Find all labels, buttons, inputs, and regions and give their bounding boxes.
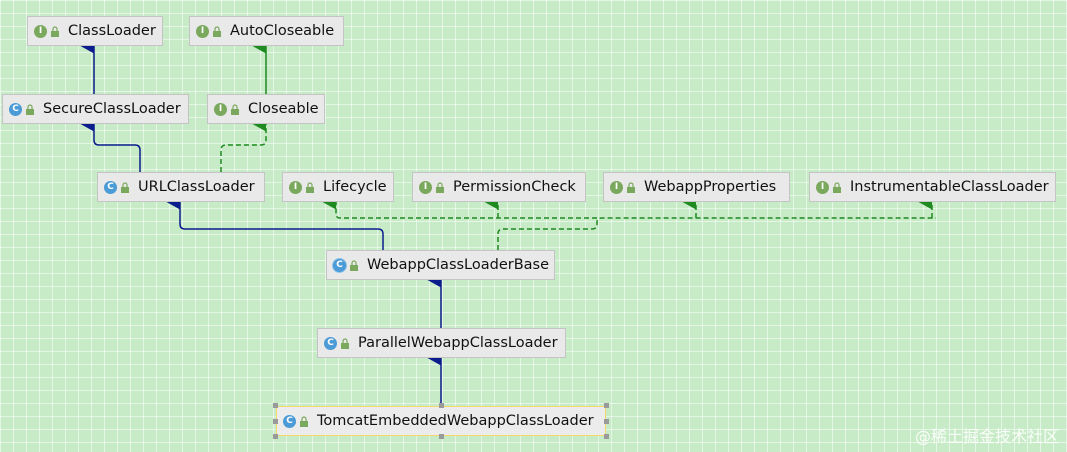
class-icon: C xyxy=(104,180,117,194)
node-label: WebappClassLoaderBase xyxy=(367,257,550,273)
edge-urlclassloader-closeable xyxy=(220,116,267,172)
interface-icon: I xyxy=(610,180,623,194)
node-closeable[interactable]: I Closeable xyxy=(207,94,325,124)
edge-webappbase-lifecycle xyxy=(322,194,597,219)
lock-icon xyxy=(306,181,314,193)
abstract-class-icon: C xyxy=(333,258,346,272)
interface-icon: I xyxy=(816,180,829,194)
lock-icon xyxy=(231,103,239,115)
node-autocloseable[interactable]: I AutoCloseable xyxy=(189,16,344,46)
node-label: AutoCloseable xyxy=(230,23,335,39)
node-parallelwebappclassloader[interactable]: C ParallelWebappClassLoader xyxy=(317,328,566,358)
lock-icon xyxy=(833,181,841,193)
edge-webappbase-interfaces-trunk xyxy=(497,217,936,250)
watermark: @稀土掘金技术社区 xyxy=(914,427,1059,446)
node-label: ClassLoader xyxy=(68,23,156,39)
resize-handle-ne[interactable] xyxy=(604,403,609,408)
edge-webappbase-urlclassloader xyxy=(166,194,384,250)
class-icon: C xyxy=(324,336,337,350)
node-label: ParallelWebappClassLoader xyxy=(358,335,558,351)
node-secureclassloader[interactable]: C SecureClassLoader xyxy=(2,94,189,124)
lock-icon xyxy=(51,25,59,37)
node-label: Closeable xyxy=(248,101,319,117)
node-label: SecureClassLoader xyxy=(43,101,181,117)
node-instrumentableclassloader[interactable]: I InstrumentableClassLoader xyxy=(809,172,1056,202)
interface-icon: I xyxy=(419,180,432,194)
class-icon: C xyxy=(283,414,296,428)
resize-handle-se[interactable] xyxy=(604,434,609,439)
resize-handle-e[interactable] xyxy=(604,419,609,424)
resize-handle-s[interactable] xyxy=(439,434,444,439)
lock-icon xyxy=(350,259,358,271)
node-label: InstrumentableClassLoader xyxy=(850,179,1049,195)
node-label: TomcatEmbeddedWebappClassLoader xyxy=(317,413,594,429)
node-label: Lifecycle xyxy=(323,179,387,195)
lock-icon xyxy=(436,181,444,193)
node-label: PermissionCheck xyxy=(453,179,576,195)
lock-icon xyxy=(627,181,635,193)
lock-icon xyxy=(213,25,221,37)
node-label: URLClassLoader xyxy=(138,179,255,195)
resize-handle-nw[interactable] xyxy=(273,403,278,408)
resize-handle-n[interactable] xyxy=(439,403,444,408)
lock-icon xyxy=(121,181,129,193)
node-permissioncheck[interactable]: I PermissionCheck xyxy=(412,172,586,202)
node-classloader[interactable]: I ClassLoader xyxy=(27,16,163,46)
interface-icon: I xyxy=(289,180,302,194)
interface-icon: I xyxy=(214,102,227,116)
edge-urlclassloader-secureclassloader xyxy=(80,116,141,172)
node-label: WebappProperties xyxy=(644,179,777,195)
resize-handle-sw[interactable] xyxy=(273,434,278,439)
resize-handle-w[interactable] xyxy=(273,419,278,424)
node-lifecycle[interactable]: I Lifecycle xyxy=(282,172,394,202)
interface-icon: I xyxy=(34,24,47,38)
node-webappclassloaderbase[interactable]: C WebappClassLoaderBase xyxy=(326,250,555,280)
node-urlclassloader[interactable]: C URLClassLoader xyxy=(97,172,265,202)
interface-icon: I xyxy=(196,24,209,38)
lock-icon xyxy=(300,415,308,427)
node-webappproperties[interactable]: I WebappProperties xyxy=(603,172,790,202)
lock-icon xyxy=(26,103,34,115)
lock-icon xyxy=(341,337,349,349)
inheritance-edges xyxy=(80,38,936,406)
class-icon: C xyxy=(9,102,22,116)
node-tomcatembeddedwebappclassloader[interactable]: C TomcatEmbeddedWebappClassLoader xyxy=(276,406,606,436)
